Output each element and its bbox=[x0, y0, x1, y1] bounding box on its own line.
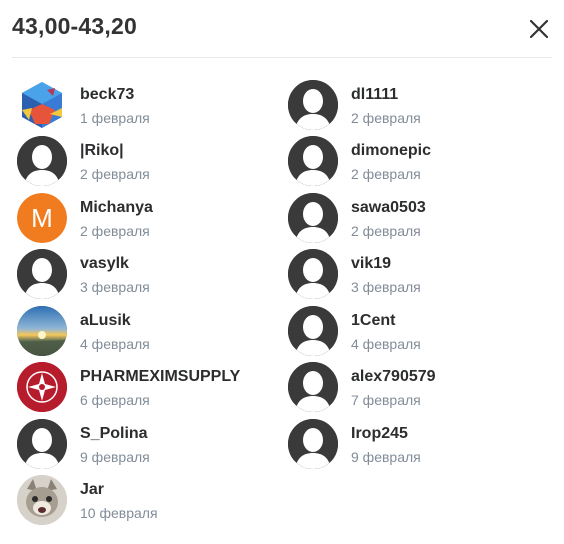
list-item[interactable]: Jar 10 февраля bbox=[17, 475, 277, 527]
user-silhouette-icon bbox=[288, 80, 338, 130]
like-date: 2 февраля bbox=[80, 223, 150, 239]
close-icon[interactable] bbox=[526, 16, 552, 42]
user-name[interactable]: |Riko| bbox=[80, 142, 124, 160]
user-name[interactable]: S_Polina bbox=[80, 425, 148, 443]
dialog-title: 43,00-43,20 bbox=[12, 13, 137, 39]
list-item[interactable]: 1Cent 4 февраля bbox=[288, 306, 548, 358]
avatar bbox=[17, 249, 67, 299]
avatar bbox=[288, 362, 338, 412]
like-date: 4 февраля bbox=[80, 336, 150, 352]
user-silhouette-icon bbox=[288, 136, 338, 186]
avatar bbox=[17, 475, 67, 525]
user-name[interactable]: sawa0503 bbox=[351, 199, 426, 217]
list-item[interactable]: S_Polina 9 февраля bbox=[17, 419, 277, 471]
list-item[interactable]: vasylk 3 февраля bbox=[17, 249, 277, 301]
user-name[interactable]: aLusik bbox=[80, 312, 131, 330]
colorful-cube-logo-icon bbox=[22, 82, 62, 128]
header-divider bbox=[12, 57, 552, 58]
like-date: 10 февраля bbox=[80, 505, 158, 521]
user-name[interactable]: beck73 bbox=[80, 86, 134, 104]
like-date: 2 февраля bbox=[351, 110, 421, 126]
avatar bbox=[17, 306, 67, 356]
list-item[interactable]: dl1111 2 февраля bbox=[288, 80, 548, 132]
avatar bbox=[288, 419, 338, 469]
red-emblem-icon bbox=[17, 362, 67, 412]
list-item[interactable]: sawa0503 2 февраля bbox=[288, 193, 548, 245]
list-item[interactable]: |Riko| 2 февраля bbox=[17, 136, 277, 188]
user-name[interactable]: Irop245 bbox=[351, 425, 408, 443]
user-silhouette-icon bbox=[288, 362, 338, 412]
list-item[interactable]: dimonepic 2 февраля bbox=[288, 136, 548, 188]
user-name[interactable]: vik19 bbox=[351, 255, 391, 273]
user-silhouette-icon bbox=[17, 419, 67, 469]
list-item[interactable]: PHARMEXIMSUPPLY 6 февраля bbox=[17, 362, 277, 414]
avatar bbox=[17, 80, 67, 130]
user-name[interactable]: alex790579 bbox=[351, 368, 436, 386]
avatar bbox=[17, 419, 67, 469]
like-date: 1 февраля bbox=[80, 110, 150, 126]
avatar bbox=[17, 136, 67, 186]
list-item[interactable]: M Michanya 2 февраля bbox=[17, 193, 277, 245]
like-date: 2 февраля bbox=[351, 166, 421, 182]
list-item[interactable]: Irop245 9 февраля bbox=[288, 419, 548, 471]
user-silhouette-icon bbox=[17, 136, 67, 186]
cat-photo-icon bbox=[17, 475, 67, 525]
avatar bbox=[288, 306, 338, 356]
user-silhouette-icon bbox=[288, 419, 338, 469]
like-date: 4 февраля bbox=[351, 336, 421, 352]
like-date: 3 февраля bbox=[351, 279, 421, 295]
user-silhouette-icon bbox=[288, 193, 338, 243]
user-name[interactable]: Michanya bbox=[80, 199, 153, 217]
like-date: 9 февраля bbox=[351, 449, 421, 465]
user-name[interactable]: 1Cent bbox=[351, 312, 395, 330]
user-name[interactable]: dl1111 bbox=[351, 86, 398, 104]
like-date: 6 февраля bbox=[80, 392, 150, 408]
like-date: 2 февраля bbox=[80, 166, 150, 182]
dialog-header: 43,00-43,20 bbox=[0, 0, 564, 57]
like-date: 9 февраля bbox=[80, 449, 150, 465]
avatar-letter: M bbox=[17, 193, 67, 243]
like-date: 7 февраля bbox=[351, 392, 421, 408]
avatar bbox=[288, 193, 338, 243]
avatar bbox=[288, 249, 338, 299]
avatar bbox=[288, 80, 338, 130]
like-date: 2 февраля bbox=[351, 223, 421, 239]
user-silhouette-icon bbox=[17, 249, 67, 299]
list-item[interactable]: aLusik 4 февраля bbox=[17, 306, 277, 358]
avatar bbox=[288, 136, 338, 186]
avatar bbox=[17, 362, 67, 412]
likes-dialog: 43,00-43,20 beck73 1 февраля |Riko| 2 фе… bbox=[0, 0, 564, 544]
avatar: M bbox=[17, 193, 67, 243]
list-item[interactable]: alex790579 7 февраля bbox=[288, 362, 548, 414]
user-name[interactable]: PHARMEXIMSUPPLY bbox=[80, 368, 240, 386]
user-name[interactable]: Jar bbox=[80, 481, 104, 499]
user-silhouette-icon bbox=[288, 306, 338, 356]
list-item[interactable]: beck73 1 февраля bbox=[17, 80, 277, 132]
user-name[interactable]: dimonepic bbox=[351, 142, 431, 160]
user-silhouette-icon bbox=[288, 249, 338, 299]
sunset-photo-icon bbox=[17, 306, 67, 356]
user-name[interactable]: vasylk bbox=[80, 255, 129, 273]
list-item[interactable]: vik19 3 февраля bbox=[288, 249, 548, 301]
like-date: 3 февраля bbox=[80, 279, 150, 295]
